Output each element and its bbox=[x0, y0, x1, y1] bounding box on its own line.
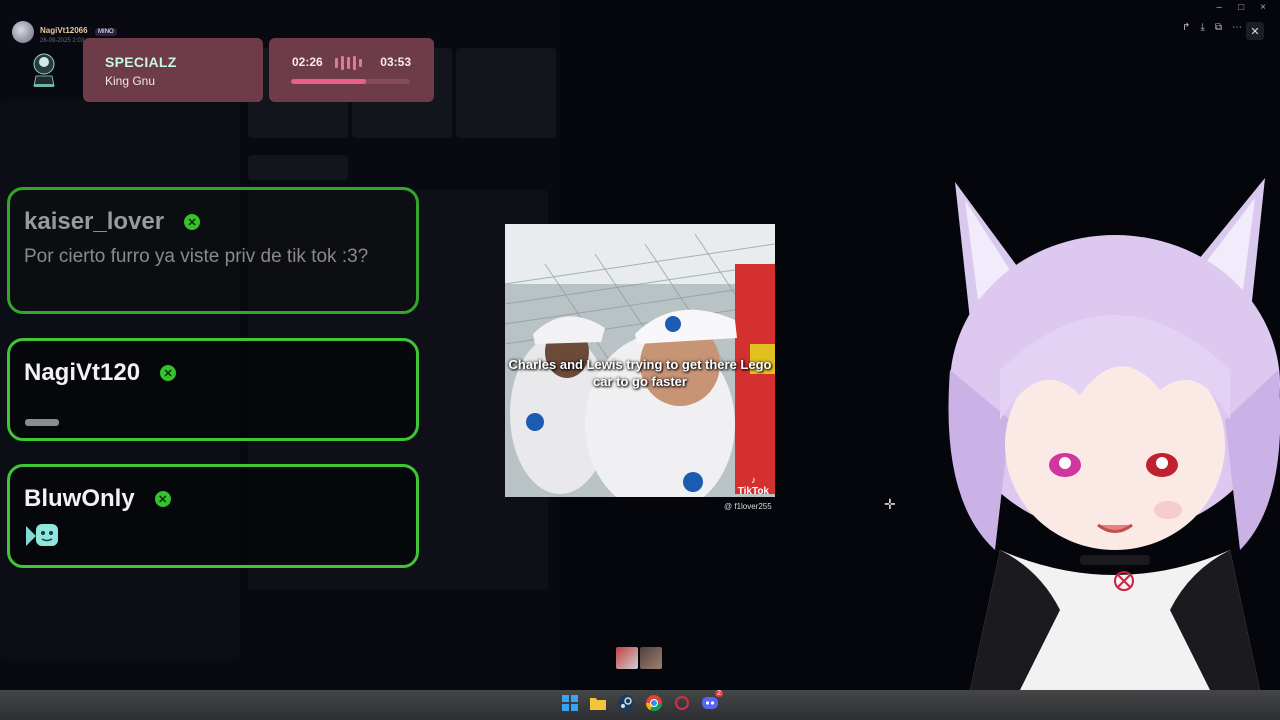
playback-card: 02:26 03:53 bbox=[269, 38, 434, 102]
vtuber-avatar bbox=[948, 178, 1280, 690]
user-badge: MINO bbox=[95, 28, 117, 36]
chrome-icon[interactable] bbox=[645, 694, 663, 712]
tiktok-handle: @ f1lover255 bbox=[724, 502, 772, 511]
thumbnail[interactable] bbox=[616, 647, 638, 669]
channel-logo bbox=[28, 46, 60, 90]
taskbar: 2 bbox=[0, 690, 1280, 720]
tiktok-logo: ♪ TikTok bbox=[738, 475, 769, 497]
maximize-button[interactable]: □ bbox=[1238, 2, 1244, 13]
equalizer-icon bbox=[335, 56, 362, 70]
tiktok-label: TikTok bbox=[737, 486, 769, 497]
bg-thumbnail bbox=[456, 48, 556, 138]
song-artist: King Gnu bbox=[105, 74, 156, 88]
chat-username: BluwOnly bbox=[24, 485, 135, 512]
notification-badge: 2 bbox=[715, 690, 723, 697]
close-window-button[interactable]: × bbox=[1260, 2, 1266, 13]
progress-bar bbox=[291, 79, 410, 84]
ghost-emote-icon bbox=[26, 524, 58, 546]
steam-icon[interactable] bbox=[617, 694, 635, 712]
minimize-button[interactable]: – bbox=[1217, 2, 1223, 13]
emote-icon bbox=[25, 419, 59, 426]
verified-icon: ✕ bbox=[160, 365, 177, 381]
chat-text: Por cierto furro ya viste priv de tik to… bbox=[24, 246, 369, 267]
close-overlay-button[interactable]: ✕ bbox=[1246, 22, 1264, 40]
now-playing-card: SPECIALZ King Gnu bbox=[83, 38, 263, 102]
user-avatar bbox=[12, 21, 34, 43]
current-time: 02:26 bbox=[292, 55, 323, 69]
taskbar-icons: 2 bbox=[561, 690, 723, 712]
discord-icon[interactable]: 2 bbox=[701, 690, 723, 712]
windows-icon[interactable] bbox=[561, 694, 579, 712]
download-icon[interactable]: ⤓ bbox=[1200, 22, 1204, 33]
verified-icon: ✕ bbox=[184, 214, 201, 230]
chat-message: NagiVt120 ✕ bbox=[7, 338, 419, 441]
user-name: NagiVt12066 bbox=[40, 26, 88, 35]
chat-message: kaiser_lover ✕ Por cierto furro ya viste… bbox=[7, 187, 419, 314]
crosshair-cursor-icon: ✛ bbox=[884, 496, 896, 512]
chat-username: kaiser_lover bbox=[24, 208, 165, 235]
progress-fill bbox=[291, 79, 366, 84]
verified-icon: ✕ bbox=[154, 491, 171, 507]
chat-message: BluwOnly ✕ bbox=[7, 464, 419, 568]
chat-username: NagiVt120 bbox=[24, 359, 141, 386]
song-title: SPECIALZ bbox=[105, 54, 177, 70]
more-icon[interactable]: ⋯ bbox=[1232, 22, 1242, 33]
share-icon[interactable]: ↱ bbox=[1182, 22, 1190, 33]
expand-icon[interactable]: ⧉ bbox=[1215, 22, 1222, 33]
window-controls: – □ × bbox=[1217, 2, 1266, 13]
tiktok-video[interactable]: Charles and Lewis trying to get there Le… bbox=[505, 224, 775, 497]
bg-label bbox=[248, 155, 348, 180]
app-icon[interactable] bbox=[673, 694, 691, 712]
total-time: 03:53 bbox=[380, 55, 411, 69]
window-toolbar: ↱ ⤓ ⧉ ⋯ bbox=[1182, 22, 1242, 33]
window-thumbnails[interactable] bbox=[616, 647, 662, 669]
video-caption: Charles and Lewis trying to get there Le… bbox=[508, 357, 772, 389]
thumbnail[interactable] bbox=[640, 647, 662, 669]
file-explorer-icon[interactable] bbox=[589, 694, 607, 712]
tiktok-icon: ♪ bbox=[750, 475, 756, 486]
